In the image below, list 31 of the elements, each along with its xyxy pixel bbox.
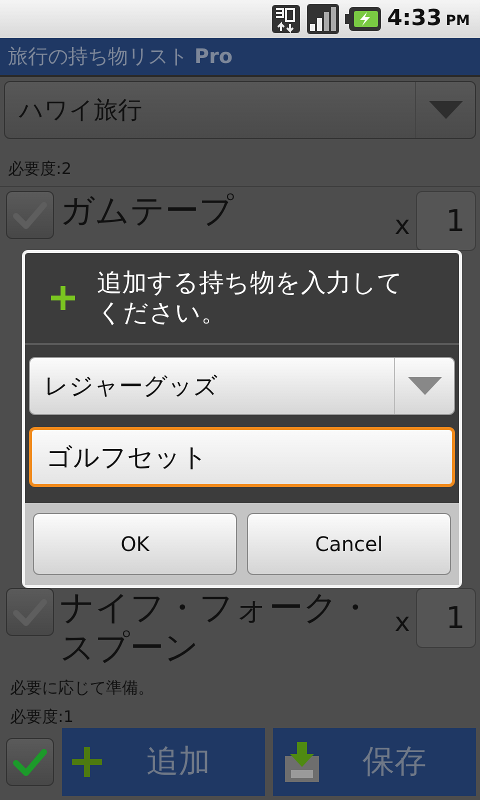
quantity-field[interactable]: 1 [416,588,476,648]
trip-dropdown[interactable]: ハワイ旅行 [4,81,476,140]
times-sign: x [394,608,410,638]
dropdown-arrow-icon [408,377,442,395]
clock-time: 4:33 [387,6,442,32]
priority-label: 必要度:1 [9,706,75,728]
battery-charging-icon [345,6,382,31]
times-sign: x [394,211,410,242]
dialog-title: 追加する持ち物を入力してください。 [97,268,404,328]
checkbox[interactable] [6,588,54,636]
checkbox[interactable] [6,191,54,240]
plus-icon [51,286,75,310]
app-title: 旅行の持ち物リスト Pro [8,43,233,70]
item-input-field[interactable]: ゴルフセット [29,427,455,487]
plus-icon [72,747,102,777]
priority-label: 必要度:2 [0,139,480,188]
dialog-button[interactable]: OK [33,513,237,575]
signal-icon [307,4,340,34]
item-note: 必要に応じて準備。 [9,677,155,699]
quantity-field[interactable]: 1 [416,191,476,252]
item-name: ガムテープ [60,191,235,232]
category-dropdown[interactable]: レジャーグッズ [29,357,455,415]
add-button[interactable]: 追加 [62,728,265,796]
clock-ampm: PM [446,13,470,30]
3g-data-icon [271,4,302,34]
item-name: ナイフ・フォーク・スプーン [60,588,373,668]
checkmark-icon [13,747,47,777]
select-all-checkbox[interactable] [6,738,54,786]
save-button[interactable]: 保存 [273,728,476,796]
dialog-button[interactable]: Cancel [247,513,451,575]
dropdown-arrow-icon [428,101,462,120]
